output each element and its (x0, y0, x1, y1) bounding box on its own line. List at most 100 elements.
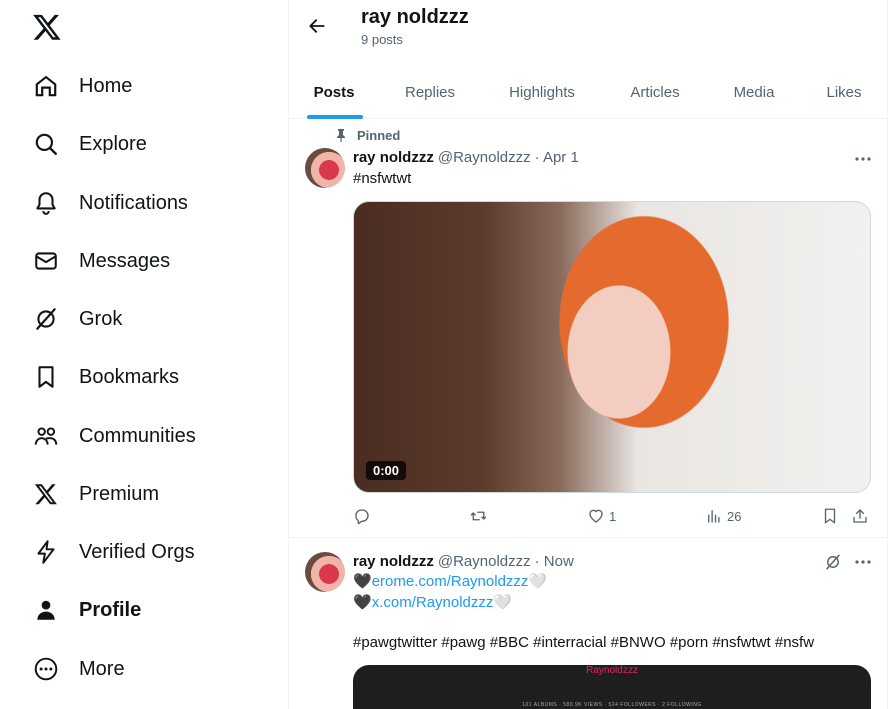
tab-highlights[interactable]: Highlights (497, 66, 587, 118)
nav-premium[interactable]: Premium (32, 474, 159, 514)
x-link[interactable]: x.com/Raynoldzzz (372, 594, 494, 611)
profile-tabs: Posts Replies Highlights Articles Media … (289, 66, 888, 119)
nav-notifications[interactable]: Notifications (32, 183, 188, 223)
grok-icon (826, 554, 840, 570)
lightning-icon (32, 539, 59, 566)
black-heart-icon: 🖤 (353, 573, 372, 590)
reply-button[interactable] (353, 507, 371, 525)
pinned-post[interactable]: Pinned ray noldzzz @Raynoldzzz · Apr 1 #… (289, 119, 888, 537)
embedded-image[interactable]: Raynoldzzz 101 ALBUMS · 580.9K VIEWS · 5… (353, 665, 871, 709)
views-button[interactable]: 26 (705, 507, 741, 525)
person-icon (32, 597, 59, 624)
tab-articles-label: Articles (630, 83, 680, 101)
x-logo-icon[interactable] (32, 12, 62, 42)
nav-more[interactable]: More (32, 649, 125, 689)
nav-notifications-label: Notifications (79, 191, 188, 214)
back-button[interactable] (301, 10, 333, 42)
post-time[interactable]: · Apr 1 (535, 149, 579, 166)
nav-messages[interactable]: Messages (32, 241, 170, 281)
embed-title: Raynoldzzz (586, 665, 638, 676)
tab-replies[interactable]: Replies (395, 66, 465, 118)
avatar[interactable] (305, 552, 345, 592)
erome-link[interactable]: erome.com/Raynoldzzz (372, 573, 529, 590)
reply-icon (355, 509, 369, 525)
nav-home[interactable]: Home (32, 66, 132, 106)
nav-bookmarks-label: Bookmarks (79, 365, 180, 388)
tab-highlights-label: Highlights (509, 83, 575, 101)
bookmark-outline-icon (824, 508, 836, 524)
video-player[interactable]: 0:00 (353, 201, 871, 493)
tab-posts-label: Posts (313, 83, 355, 101)
post[interactable]: ray noldzzz @Raynoldzzz · Now 🖤erome.com… (289, 538, 888, 709)
analytics-icon (708, 510, 720, 523)
nav-premium-label: Premium (79, 482, 160, 505)
nav-grok[interactable]: Grok (32, 299, 122, 339)
more-options-button[interactable] (852, 553, 874, 571)
tab-likes-label: Likes (826, 83, 862, 101)
repost-icon (470, 511, 487, 521)
sidebar: Home Explore Notifications Messages Grok… (0, 0, 288, 709)
pinned-indicator: Pinned (333, 127, 400, 143)
nav-verified-orgs-label: Verified Orgs (79, 540, 195, 563)
arrow-left-icon (309, 19, 325, 33)
pinned-label: Pinned (357, 127, 401, 143)
mail-icon (32, 248, 59, 275)
ellipsis-icon (855, 157, 871, 161)
repost-button[interactable] (469, 507, 488, 525)
author-handle[interactable]: @Raynoldzzz (438, 553, 531, 570)
like-count: 1 (609, 508, 617, 524)
nav-bookmarks[interactable]: Bookmarks (32, 357, 179, 397)
video-duration: 0:00 (366, 461, 407, 480)
post-meta: ray noldzzz @Raynoldzzz · Apr 1 (353, 149, 579, 166)
tab-posts[interactable]: Posts (303, 66, 365, 119)
avatar[interactable] (305, 148, 345, 188)
more-options-button[interactable] (852, 150, 874, 168)
nav-grok-label: Grok (79, 307, 123, 330)
link-line-2: 🖤x.com/Raynoldzzz🤍 (353, 593, 512, 613)
nav-home-label: Home (79, 74, 133, 97)
nav-profile[interactable]: Profile (32, 590, 141, 630)
tab-articles[interactable]: Articles (617, 66, 693, 118)
white-heart-icon: 🤍 (493, 594, 513, 611)
nav-more-label: More (79, 657, 125, 680)
like-button[interactable]: 1 (587, 507, 616, 525)
nav-communities-label: Communities (79, 424, 196, 447)
view-count: 26 (727, 508, 742, 524)
x-premium-icon (32, 481, 59, 508)
embed-stats: 101 ALBUMS · 580.9K VIEWS · 524 FOLLOWER… (522, 702, 702, 708)
nav-explore-label: Explore (79, 132, 147, 155)
grok-action-button[interactable] (822, 553, 844, 571)
share-icon (853, 509, 867, 523)
author-name[interactable]: ray noldzzz (353, 553, 434, 570)
share-button[interactable] (851, 507, 869, 525)
search-icon (32, 131, 59, 158)
home-icon (32, 73, 59, 100)
profile-timeline: ray noldzzz 9 posts Posts Replies Highli… (289, 0, 888, 709)
more-circle-icon (32, 656, 59, 683)
profile-header: ray noldzzz 9 posts (289, 0, 888, 55)
hashtags[interactable]: #pawgtwitter #pawg #BBC #interracial #BN… (353, 633, 814, 653)
bell-icon (32, 190, 59, 217)
nav-verified-orgs[interactable]: Verified Orgs (32, 532, 195, 572)
tab-replies-label: Replies (404, 83, 456, 101)
author-handle[interactable]: @Raynoldzzz (438, 149, 531, 166)
black-heart-icon: 🖤 (353, 594, 372, 611)
communities-icon (32, 423, 59, 450)
nav-explore[interactable]: Explore (32, 124, 147, 164)
bookmark-button[interactable] (821, 507, 839, 525)
author-name[interactable]: ray noldzzz (353, 149, 434, 166)
nav-messages-label: Messages (79, 249, 171, 272)
heart-icon (589, 509, 603, 523)
tab-media[interactable]: Media (723, 66, 785, 118)
tab-likes[interactable]: Likes (817, 66, 871, 118)
post-meta: ray noldzzz @Raynoldzzz · Now (353, 553, 574, 570)
hashtag-link[interactable]: #nsfwtwt (353, 169, 411, 189)
post-time[interactable]: · Now (535, 553, 574, 570)
pin-icon (333, 127, 349, 143)
nav-profile-label: Profile (79, 598, 142, 621)
nav-communities[interactable]: Communities (32, 416, 196, 456)
tab-media-label: Media (733, 83, 775, 101)
main-right-divider (887, 0, 888, 709)
grok-icon (32, 306, 59, 333)
white-heart-icon: 🤍 (528, 573, 548, 590)
